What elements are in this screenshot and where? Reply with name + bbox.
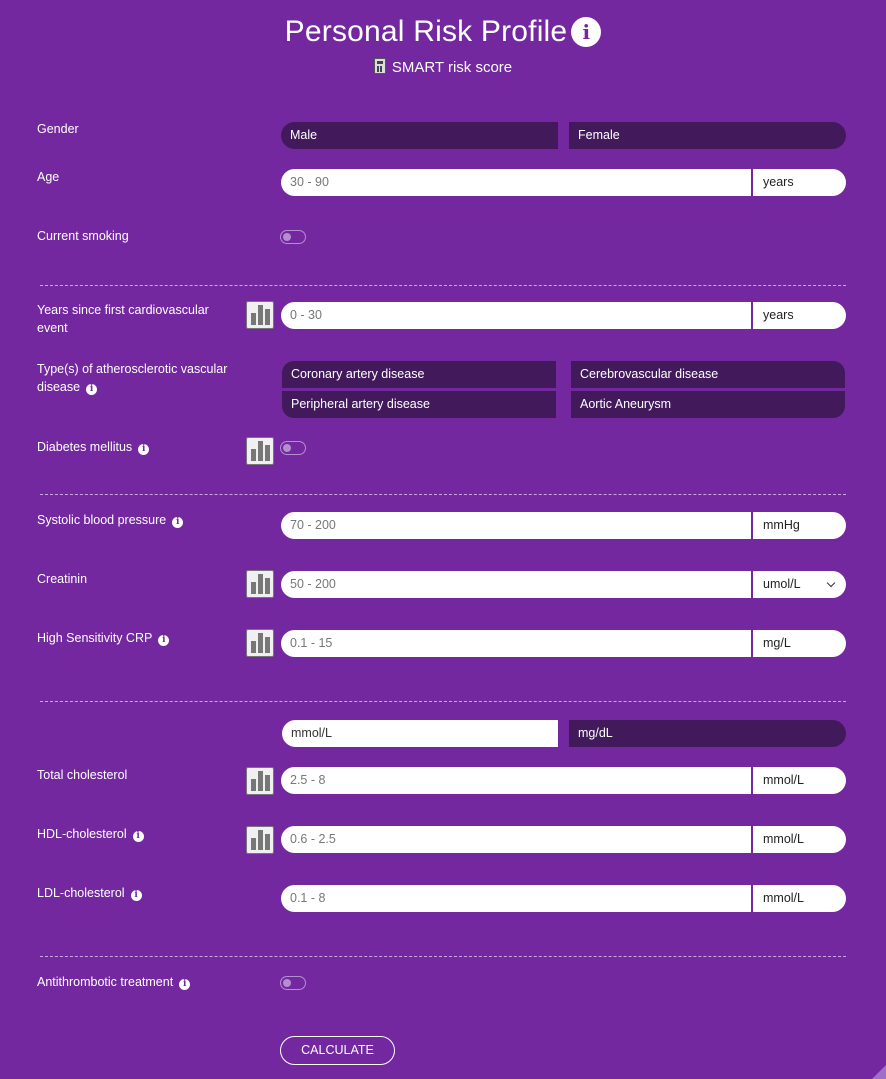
years-event-input[interactable]: 0 - 30 <box>281 302 751 329</box>
vascular-label-text: Type(s) of atherosclerotic vascular dise… <box>37 362 228 394</box>
section-divider <box>40 701 846 702</box>
age-unit: years <box>753 169 846 196</box>
info-icon[interactable]: i <box>138 444 150 455</box>
antithrombotic-label-text: Antithrombotic treatment <box>37 975 174 989</box>
vascular-option-aortic[interactable]: Aortic Aneurysm <box>571 391 845 418</box>
title-row: Personal Risk Profile i <box>0 15 886 49</box>
hdl-label-text: HDL-cholesterol <box>37 827 127 841</box>
vascular-option-coronary[interactable]: Coronary artery disease <box>282 361 556 388</box>
info-icon[interactable]: i <box>158 635 170 646</box>
hdl-unit: mmol/L <box>753 826 846 853</box>
years-event-label: Years since first cardiovascular event <box>37 303 209 335</box>
ldl-label-text: LDL-cholesterol <box>37 886 125 900</box>
gender-label: Gender <box>37 122 79 136</box>
crp-label: High Sensitivity CRP i <box>37 629 170 647</box>
creatinin-unit-select[interactable]: umol/L <box>753 571 846 598</box>
section-divider <box>40 494 846 495</box>
calculator-icon <box>373 58 386 74</box>
creatinin-label: Creatinin <box>37 572 88 586</box>
hdl-input[interactable]: 0.6 - 2.5 <box>281 826 751 853</box>
total-chol-label: Total cholesterol <box>37 768 128 782</box>
years-event-unit: years <box>753 302 846 329</box>
vascular-label: Type(s) of atherosclerotic vascular dise… <box>37 360 247 396</box>
calculate-button[interactable]: CALCULATE <box>280 1036 395 1065</box>
age-label: Age <box>37 170 60 184</box>
ldl-unit: mmol/L <box>753 885 846 912</box>
vascular-option-peripheral[interactable]: Peripheral artery disease <box>282 391 556 418</box>
info-icon[interactable]: i <box>179 979 191 990</box>
creatinin-input[interactable]: 50 - 200 <box>281 571 751 598</box>
bar-chart-icon[interactable] <box>246 301 274 329</box>
section-divider <box>40 956 846 957</box>
subtitle-text: SMART risk score <box>391 59 513 76</box>
antithrombotic-label: Antithrombotic treatment i <box>37 973 191 991</box>
chevron-down-icon <box>826 578 836 588</box>
info-icon[interactable]: i <box>132 831 144 842</box>
chol-unit-mgdl-button[interactable]: mg/dL <box>569 720 846 747</box>
info-icon[interactable]: i <box>86 384 98 395</box>
creatinin-unit-value: umol/L <box>763 577 801 591</box>
corner-decoration <box>872 1065 886 1079</box>
crp-label-text: High Sensitivity CRP <box>37 631 153 645</box>
age-input[interactable]: 30 - 90 <box>281 169 751 196</box>
smoking-label: Current smoking <box>37 229 129 243</box>
diabetes-label: Diabetes mellitus i <box>37 438 150 456</box>
subtitle: SMART risk score <box>0 58 886 76</box>
smoking-toggle[interactable] <box>280 230 306 244</box>
sbp-label-text: Systolic blood pressure <box>37 513 167 527</box>
sbp-label: Systolic blood pressure i <box>37 511 184 529</box>
ldl-label: LDL-cholesterol i <box>37 884 142 902</box>
diabetes-toggle[interactable] <box>280 441 306 455</box>
hdl-label: HDL-cholesterol i <box>37 825 144 843</box>
section-divider <box>40 285 846 286</box>
bar-chart-icon[interactable] <box>246 570 274 598</box>
crp-input[interactable]: 0.1 - 15 <box>281 630 751 657</box>
bar-chart-icon[interactable] <box>246 826 274 854</box>
info-icon[interactable]: i <box>172 517 184 528</box>
antithrombotic-toggle[interactable] <box>280 976 306 990</box>
bar-chart-icon[interactable] <box>246 629 274 657</box>
info-icon[interactable]: i <box>571 17 602 47</box>
vascular-option-cerebrovascular[interactable]: Cerebrovascular disease <box>571 361 845 388</box>
total-chol-unit: mmol/L <box>753 767 846 794</box>
bar-chart-icon[interactable] <box>246 437 274 465</box>
ldl-input[interactable]: 0.1 - 8 <box>281 885 751 912</box>
sbp-unit: mmHg <box>753 512 846 539</box>
diabetes-label-text: Diabetes mellitus <box>37 440 133 454</box>
gender-male-button[interactable]: Male <box>281 122 558 149</box>
bar-chart-icon[interactable] <box>246 767 274 795</box>
sbp-input[interactable]: 70 - 200 <box>281 512 751 539</box>
gender-female-button[interactable]: Female <box>569 122 846 149</box>
total-chol-input[interactable]: 2.5 - 8 <box>281 767 751 794</box>
chol-unit-mmol-button[interactable]: mmol/L <box>282 720 558 747</box>
crp-unit: mg/L <box>753 630 846 657</box>
page-title: Personal Risk Profile <box>284 15 568 48</box>
info-icon[interactable]: i <box>130 890 142 901</box>
